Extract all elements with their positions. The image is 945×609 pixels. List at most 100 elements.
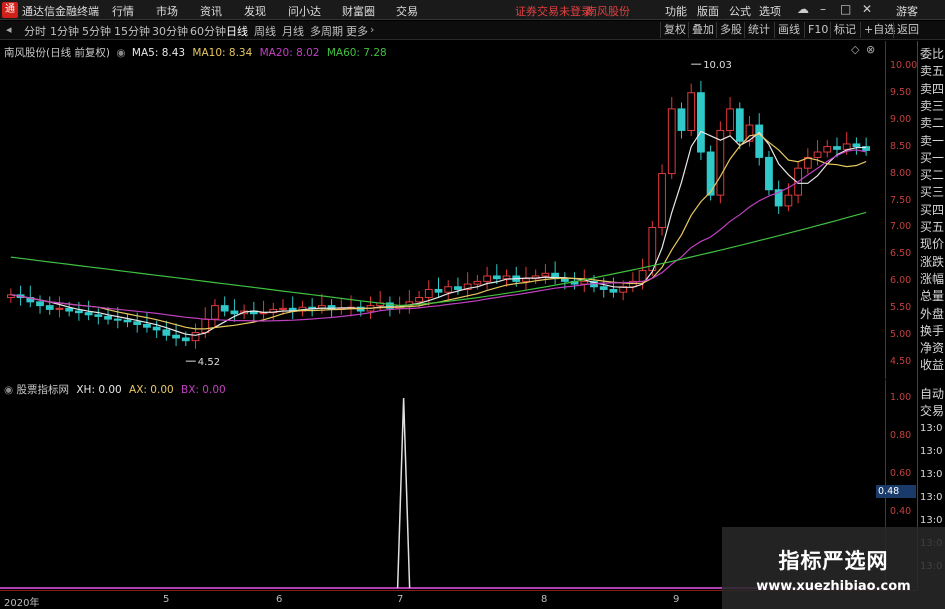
menu-faxian[interactable]: 发现 [244, 3, 266, 19]
tool-biaoji[interactable]: 标记 [830, 22, 859, 38]
candle-body [667, 108, 676, 175]
candle-body [483, 275, 491, 282]
date-tick-label: 7 [397, 594, 404, 605]
candle-body [502, 275, 511, 280]
chevron-right-icon[interactable]: › [370, 23, 374, 36]
candle-body [65, 307, 74, 312]
side-panel-label[interactable]: 卖四 [920, 80, 944, 97]
side-panel-label[interactable]: 买四 [920, 201, 944, 218]
menu-hangqing[interactable]: 行情 [112, 3, 134, 19]
side-panel-label[interactable]: 总量 [920, 287, 944, 304]
tool-huaxian[interactable]: 画线 [774, 22, 803, 38]
tool-duogu[interactable]: 多股 [716, 22, 745, 38]
period-60min[interactable]: 60分钟 [190, 23, 226, 39]
close-panel-icon[interactable]: ⊗ [866, 43, 875, 56]
side-panel-label[interactable]: 涨幅 [920, 270, 944, 287]
candle-body [784, 194, 793, 207]
period-fenshi[interactable]: 分时 [24, 23, 46, 39]
y-tick-label: 8.00 [890, 167, 912, 179]
candle-body [123, 319, 132, 323]
current-value-flag: 0.48 [876, 485, 916, 498]
period-more[interactable]: 更多 [346, 23, 368, 39]
sub-settings-icon[interactable]: ◉ [4, 384, 13, 396]
sub-legend-bx: BX: 0.00 [181, 384, 226, 396]
candle-body [599, 286, 608, 290]
high-marker-label: 10.03 [703, 60, 732, 71]
period-daily[interactable]: 日线 [226, 23, 248, 39]
side-panel-label[interactable]: 涨跌 [920, 253, 944, 270]
menu-gongneng[interactable]: 功能 [665, 3, 687, 19]
period-15min[interactable]: 15分钟 [114, 23, 150, 39]
toolbar-prev-icon[interactable]: ◂ [6, 23, 12, 36]
menu-banmian[interactable]: 版面 [697, 3, 719, 19]
side-panel-label[interactable]: 换手 [920, 322, 944, 339]
close-icon[interactable]: ✕ [862, 2, 872, 16]
y-tick-label: 8.50 [890, 140, 912, 152]
tool-tongji[interactable]: 统计 [744, 22, 773, 38]
candle-body [454, 286, 462, 290]
menu-gongshi[interactable]: 公式 [729, 3, 751, 19]
side-panel-label[interactable]: 交易 [920, 402, 944, 419]
menu-caifuquan[interactable]: 财富圈 [342, 3, 375, 19]
date-tick-label: 6 [276, 594, 283, 605]
candle-body [852, 143, 861, 148]
tool-fanhui[interactable]: 返回 [893, 22, 922, 38]
side-panel-label[interactable]: 现价 [920, 235, 944, 252]
side-panel-label[interactable]: 卖一 [920, 132, 944, 149]
y-tick-label: 6.00 [890, 275, 912, 287]
side-panel-label[interactable]: 买一 [920, 149, 944, 166]
menu-zixun[interactable]: 资讯 [200, 3, 222, 19]
expand-icon[interactable]: ◇ [851, 43, 859, 56]
period-multi[interactable]: 多周期 [310, 23, 343, 39]
tool-diejia[interactable]: 叠加 [688, 22, 717, 38]
y-tick-label: 7.00 [890, 221, 912, 233]
legend-ma20: MA20: 8.02 [259, 47, 320, 59]
side-panel-label[interactable]: 净资 [920, 339, 944, 356]
menu-wenxiaoda[interactable]: 问小达 [288, 3, 321, 19]
kline-svg[interactable]: 10.03 4.52 [0, 41, 885, 379]
period-monthly[interactable]: 月线 [282, 23, 304, 39]
candle-body [220, 305, 229, 312]
candle-body [230, 310, 239, 315]
side-panel-label[interactable]: 自动 [920, 385, 944, 402]
menu-jiaoyi[interactable]: 交易 [396, 3, 418, 19]
side-panel-label[interactable]: 买五 [920, 218, 944, 235]
side-panel-label[interactable]: 买二 [920, 166, 944, 183]
period-30min[interactable]: 30分钟 [152, 23, 188, 39]
side-panel-label[interactable]: 委比 [920, 45, 944, 62]
side-panel-label[interactable]: 外盘 [920, 305, 944, 322]
tool-fuquan[interactable]: 复权 [660, 22, 689, 38]
menu-xuanxiang[interactable]: 选项 [759, 3, 781, 19]
minimize-icon[interactable]: – [820, 2, 826, 16]
side-panel-label[interactable]: 卖二 [920, 114, 944, 131]
date-tick-label: 2020年 [4, 598, 40, 609]
side-panel-label[interactable]: 卖五 [920, 62, 944, 79]
y-tick-label: 10.00 [890, 59, 918, 71]
side-panel-label[interactable]: 收益 [920, 356, 944, 373]
side-panel-label[interactable]: 买三 [920, 183, 944, 200]
user-guest[interactable]: 游客 [896, 3, 918, 19]
watermark: 指标严选网 www.xuezhibiao.com [722, 527, 945, 609]
kline-chart[interactable]: 10.03 4.52 南风股份(日线 前复权) ◉ MA5: 8.43 MA10:… [0, 41, 885, 379]
candle-body [473, 280, 482, 285]
cloud-icon[interactable]: ☁ [797, 2, 809, 16]
period-5min[interactable]: 5分钟 [82, 23, 111, 39]
menu-shichang[interactable]: 市场 [156, 3, 178, 19]
login-notice[interactable]: 证券交易未登录 [515, 3, 592, 19]
candle-body [823, 146, 832, 153]
candle-body [152, 326, 161, 331]
maximize-icon[interactable]: □ [840, 2, 851, 16]
candle-body [813, 151, 822, 158]
period-weekly[interactable]: 周线 [254, 23, 276, 39]
candle-body [609, 288, 618, 293]
side-panel-label[interactable]: 卖三 [920, 97, 944, 114]
candle-body [45, 305, 54, 310]
tool-f10[interactable]: F10 [804, 22, 831, 38]
sub-legend: ◉ 股票指标网 XH: 0.00 AX: 0.00 BX: 0.00 [4, 382, 226, 397]
current-stock-name: 南风股份 [586, 5, 630, 18]
period-1min[interactable]: 1分钟 [50, 23, 79, 39]
y-tick-label: 6.50 [890, 248, 912, 260]
y-tick-label: 9.50 [890, 86, 912, 98]
settings-dot-icon[interactable]: ◉ [116, 47, 125, 59]
trade-time-label: 13:0 [920, 492, 943, 503]
